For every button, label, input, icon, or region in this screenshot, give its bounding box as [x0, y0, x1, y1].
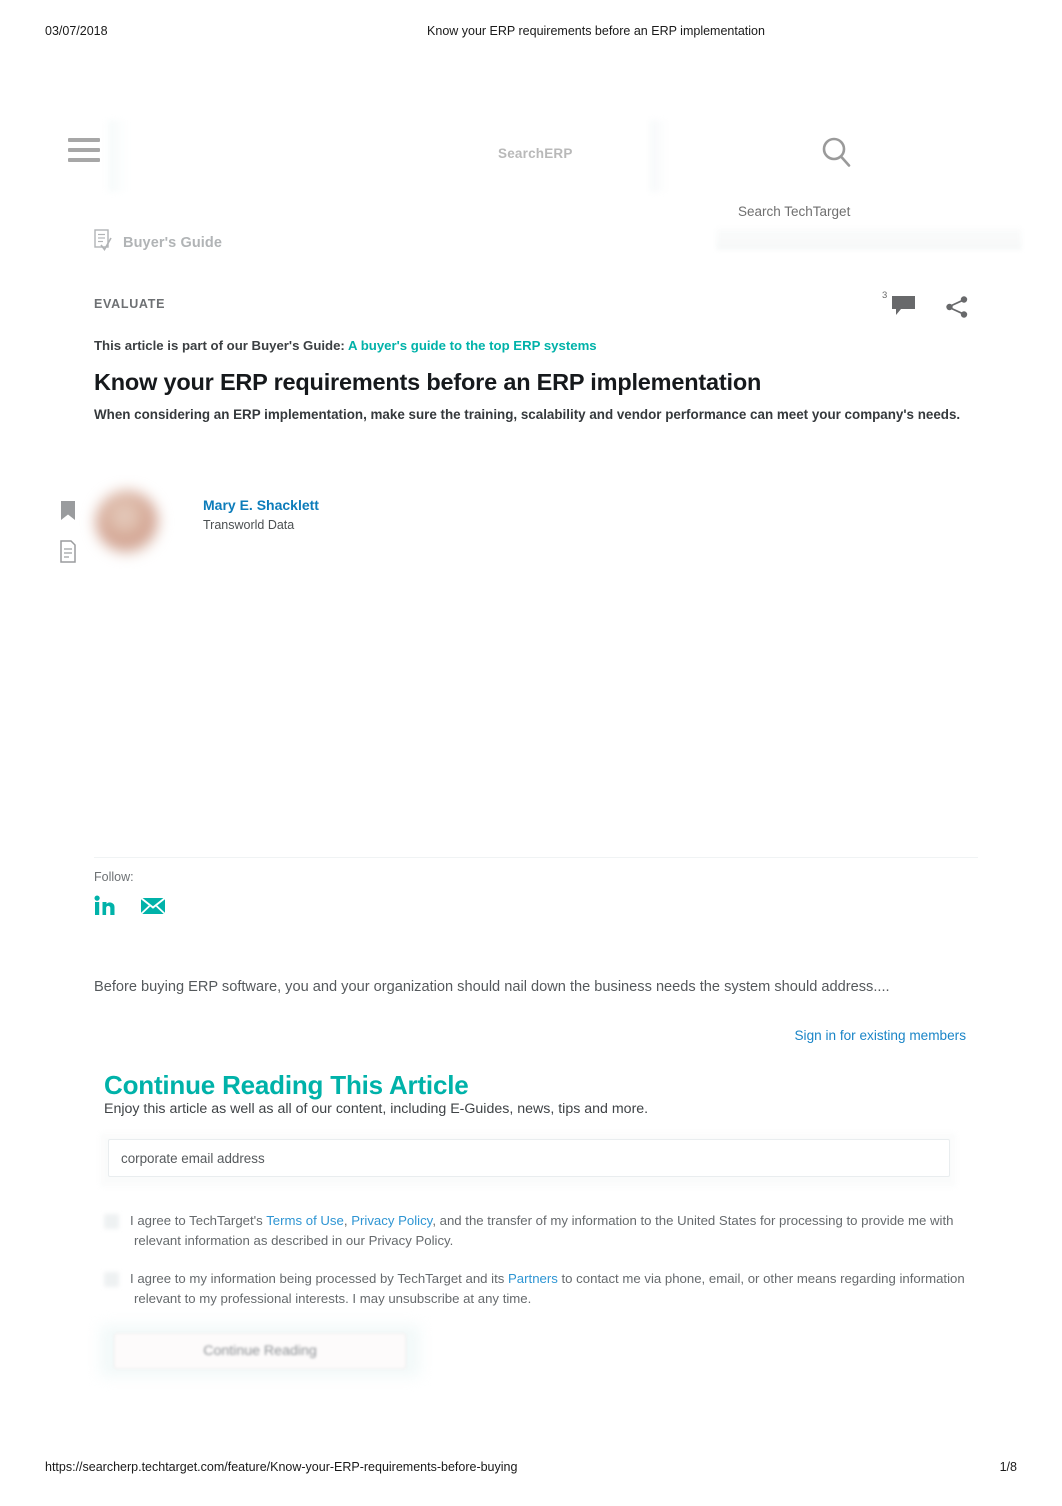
- consent-checkbox-partners[interactable]: [104, 1272, 119, 1287]
- comment-count: 3: [882, 290, 888, 301]
- article-standfirst: When considering an ERP implementation, …: [94, 407, 961, 422]
- consent-terms-part1: I agree to TechTarget's: [130, 1213, 267, 1228]
- article-meta-icons: 3: [882, 290, 970, 322]
- gate-subtitle: Enjoy this article as well as all of our…: [104, 1101, 649, 1117]
- section-divider: [94, 857, 978, 858]
- bookmark-icon[interactable]: [58, 500, 78, 524]
- terms-of-use-link[interactable]: Terms of Use: [266, 1213, 344, 1228]
- print-header: 03/07/2018 Know your ERP requirements be…: [0, 24, 1062, 44]
- search-techtarget-label: Search TechTarget: [738, 204, 851, 219]
- hamburger-bar: [68, 138, 100, 142]
- article-teaser: Before buying ERP software, you and your…: [94, 979, 890, 995]
- print-footer: https://searcherp.techtarget.com/feature…: [0, 1460, 1062, 1478]
- gate-title: Continue Reading This Article: [104, 1070, 469, 1100]
- consent-text-partners: I agree to my information being processe…: [104, 1269, 984, 1309]
- article-action-rail: [58, 500, 78, 564]
- author-name[interactable]: Mary E. Shacklett: [203, 496, 319, 515]
- hamburger-bar: [68, 148, 100, 152]
- article-category: EVALUATE: [94, 297, 166, 311]
- consent-row-partners: I agree to my information being processe…: [104, 1269, 984, 1309]
- nav-right-fade: [650, 120, 668, 192]
- linkedin-icon[interactable]: [94, 895, 116, 922]
- print-page: 03/07/2018 Know your ERP requirements be…: [0, 0, 1062, 1506]
- signin-link[interactable]: Sign in for existing members: [794, 1028, 966, 1043]
- print-page-number: 1/8: [999, 1460, 1017, 1474]
- buyers-guide-strip[interactable]: Buyer's Guide: [92, 228, 222, 257]
- search-icon[interactable]: [818, 134, 856, 172]
- author-text: Mary E. Shacklett Transworld Data: [203, 489, 319, 534]
- privacy-policy-link[interactable]: Privacy Policy: [351, 1213, 432, 1228]
- share-icon[interactable]: [944, 294, 970, 320]
- document-icon[interactable]: [58, 540, 78, 564]
- search-techtarget-input[interactable]: [716, 228, 1022, 250]
- buyers-guide-label: Buyer's Guide: [123, 234, 223, 251]
- author-block: Mary E. Shacklett Transworld Data: [96, 489, 319, 553]
- page-title: Know your ERP requirements before an ERP…: [94, 369, 762, 395]
- author-organization: Transworld Data: [203, 518, 295, 532]
- continue-reading-button[interactable]: Continue Reading: [114, 1333, 406, 1369]
- site-brand-logo[interactable]: SearchERP: [498, 146, 573, 161]
- follow-label: Follow:: [94, 870, 134, 884]
- print-url: https://searcherp.techtarget.com/feature…: [45, 1460, 518, 1474]
- hamburger-menu-icon[interactable]: [68, 138, 100, 162]
- envelope-icon[interactable]: [140, 896, 166, 921]
- consent-text-terms: I agree to TechTarget's Terms of Use, Pr…: [104, 1211, 984, 1251]
- buyers-guide-prefix: This article is part of our Buyer's Guid…: [94, 338, 345, 353]
- buyers-guide-line: This article is part of our Buyer's Guid…: [94, 338, 597, 353]
- consent-checkbox-terms[interactable]: [104, 1214, 119, 1229]
- hamburger-bar: [68, 158, 100, 162]
- nav-left-fade: [108, 120, 128, 192]
- comment-bubble-icon[interactable]: 3: [882, 290, 918, 322]
- email-input[interactable]: [108, 1139, 950, 1177]
- print-title: Know your ERP requirements before an ERP…: [427, 24, 765, 38]
- author-avatar: [96, 491, 158, 553]
- buyers-guide-link[interactable]: A buyer's guide to the top ERP systems: [348, 338, 597, 353]
- consent-partners-part1: I agree to my information being processe…: [130, 1271, 509, 1286]
- partners-link[interactable]: Partners: [508, 1271, 558, 1286]
- clipboard-checklist-icon: [92, 228, 114, 257]
- consent-row-terms: I agree to TechTarget's Terms of Use, Pr…: [104, 1211, 984, 1251]
- follow-icons: [94, 895, 166, 922]
